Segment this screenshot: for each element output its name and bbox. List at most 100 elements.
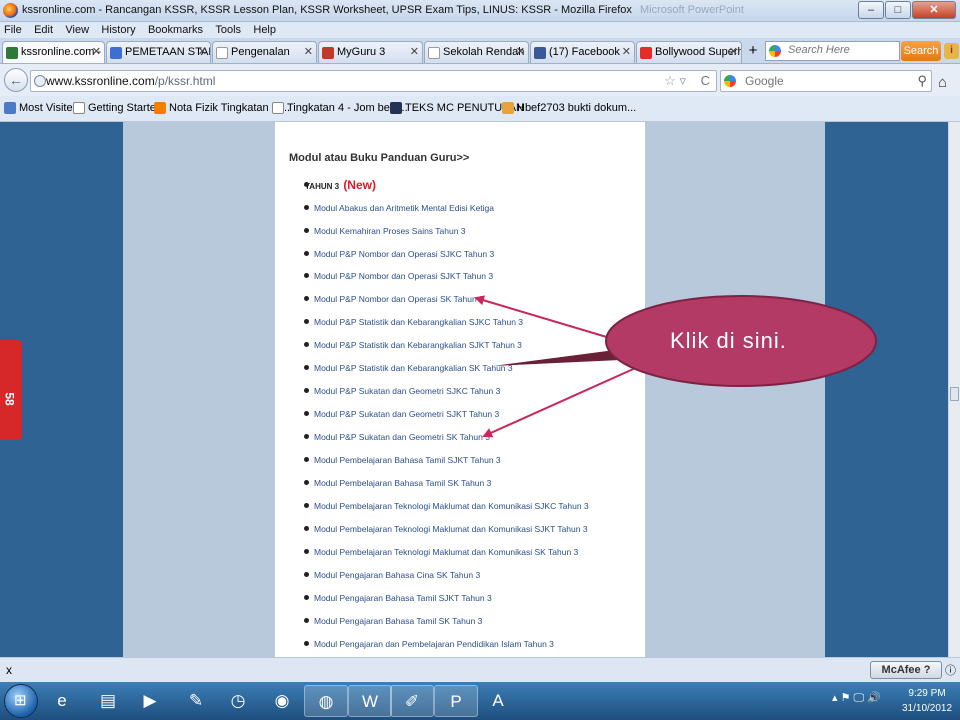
paint-icon[interactable]: ✐ xyxy=(390,685,434,717)
url-host: www.kssronline.com xyxy=(46,74,155,88)
module-link[interactable]: Modul Pengajaran Bahasa Tamil SJKT Tahun… xyxy=(314,593,492,603)
bookmark-hbef2703[interactable]: Hbef2703 bukti dokum... xyxy=(502,102,636,114)
minimize-button[interactable]: – xyxy=(858,1,884,19)
toolbar-search-input[interactable] xyxy=(788,44,896,56)
firefox-icon[interactable] xyxy=(3,3,18,18)
module-link[interactable]: Modul Pengajaran Bahasa Cina SK Tahun 3 xyxy=(314,570,480,580)
tab-label: Pengenalan xyxy=(231,46,290,58)
clock-app-icon[interactable]: ◷ xyxy=(216,685,260,717)
close-addon-bar-icon[interactable]: x xyxy=(6,663,12,677)
tab-facebook[interactable]: (17) Facebook ✕ xyxy=(530,41,635,63)
windows-logo-icon: ⊞ xyxy=(14,692,27,709)
mcafee-button[interactable]: McAfee ? xyxy=(870,661,942,679)
bullet xyxy=(304,319,309,324)
tab-myguru[interactable]: MyGuru 3 ✕ xyxy=(318,41,423,63)
bookmark-star-icon[interactable]: ☆ ▿ xyxy=(664,73,686,89)
url-text[interactable]: www.kssronline.com/p/kssr.html xyxy=(46,74,215,88)
year-label: TAHUN 3 (New) xyxy=(305,178,376,192)
close-tab-icon[interactable]: ✕ xyxy=(622,45,631,58)
module-link[interactable]: Modul P&P Statistik dan Kebarangkalian S… xyxy=(314,317,523,327)
bullet xyxy=(304,503,309,508)
system-tray[interactable]: ▴ ⚑ 🖵 🔊 xyxy=(832,691,881,705)
maximize-button[interactable]: □ xyxy=(885,1,911,19)
background-window-title: Microsoft PowerPoint xyxy=(640,4,744,16)
module-link[interactable]: Modul Pembelajaran Bahasa Tamil SK Tahun… xyxy=(314,478,491,488)
close-tab-icon[interactable]: ✕ xyxy=(729,45,738,58)
module-link[interactable]: Modul P&P Sukatan dan Geometri SK Tahun … xyxy=(314,432,490,442)
folder-icon[interactable]: ▤ xyxy=(86,685,130,717)
window-controls: – □ ✕ xyxy=(857,1,956,19)
word-icon[interactable]: W xyxy=(348,685,392,717)
info-icon[interactable]: ⓘ xyxy=(945,662,956,678)
bullet xyxy=(304,572,309,577)
scrollbar-thumb[interactable] xyxy=(950,387,959,401)
close-tab-icon[interactable]: ✕ xyxy=(410,45,419,58)
reload-icon[interactable]: C xyxy=(701,73,710,88)
close-button[interactable]: ✕ xyxy=(912,1,956,19)
module-link[interactable]: Modul Pembelajaran Teknologi Maklumat da… xyxy=(314,524,588,534)
tab-sekolah[interactable]: Sekolah Rendah Isl... ✕ xyxy=(424,41,529,63)
module-link[interactable]: Modul Pembelajaran Teknologi Maklumat da… xyxy=(314,501,589,511)
bookmark-getting-started[interactable]: Getting Started xyxy=(73,102,162,114)
toolbar-search-button[interactable]: Search xyxy=(901,41,941,61)
pin-icon[interactable]: ✎ xyxy=(174,685,218,717)
acrobat-icon[interactable]: A xyxy=(476,685,520,717)
bookmark-most-visited[interactable]: Most Visited xyxy=(4,102,79,114)
module-link[interactable]: Modul P&P Statistik dan Kebarangkalian S… xyxy=(314,363,513,373)
media-player-icon[interactable]: ▶ xyxy=(128,685,172,717)
close-tab-icon[interactable]: ✕ xyxy=(92,45,101,58)
module-link[interactable]: Modul Pembelajaran Bahasa Tamil SJKT Tah… xyxy=(314,455,501,465)
bookmark-tingkatan-4[interactable]: Tingkatan 4 - Jom bela... xyxy=(272,102,408,114)
google-search-input[interactable] xyxy=(745,74,905,88)
internet-explorer-icon[interactable]: e xyxy=(40,685,84,717)
module-link[interactable]: Modul P&P Statistik dan Kebarangkalian S… xyxy=(314,340,522,350)
tab-bollywood[interactable]: Bollywood Superh... ✕ xyxy=(636,41,742,63)
menu-view[interactable]: View xyxy=(61,23,94,36)
side-share-badge[interactable]: 58 xyxy=(0,340,22,440)
module-link[interactable]: Modul Pembelajaran Teknologi Maklumat da… xyxy=(314,547,578,557)
new-tab-button[interactable]: + xyxy=(744,42,762,62)
home-icon[interactable]: ⌂ xyxy=(938,74,947,91)
close-tab-icon[interactable]: ✕ xyxy=(198,45,207,58)
page-icon xyxy=(428,47,440,59)
bullet xyxy=(304,388,309,393)
menu-file[interactable]: File xyxy=(0,23,27,36)
tab-kssronline[interactable]: kssronline.com - R... ✕ xyxy=(2,41,105,63)
site-icon xyxy=(322,47,334,59)
bullet xyxy=(304,641,309,646)
bookmark-nota-fizik[interactable]: Nota Fizik Tingkatan 4 ... xyxy=(154,102,290,114)
start-button[interactable]: ⊞ xyxy=(4,684,38,718)
blogger-icon xyxy=(154,102,166,114)
tab-pemetaan[interactable]: PEMETAAN STAN... ✕ xyxy=(106,41,211,63)
module-link[interactable]: Modul P&P Nombor dan Operasi SJKT Tahun … xyxy=(314,271,493,281)
module-link[interactable]: Modul P&P Sukatan dan Geometri SJKC Tahu… xyxy=(314,386,500,396)
menu-bar: File Edit View History Bookmarks Tools H… xyxy=(0,22,960,38)
status-bar: x McAfee ? ⓘ xyxy=(0,657,960,682)
system-clock[interactable]: 9:29 PM 31/10/2012 xyxy=(902,686,952,716)
module-link[interactable]: Modul P&P Sukatan dan Geometri SJKT Tahu… xyxy=(314,409,499,419)
chrome-icon[interactable]: ◉ xyxy=(260,685,304,717)
menu-help[interactable]: Help xyxy=(249,23,281,36)
firefox-taskbar-icon[interactable]: ◍ xyxy=(304,685,348,717)
back-button[interactable]: ← xyxy=(4,68,28,92)
url-bar[interactable]: www.kssronline.com/p/kssr.html ☆ ▿ C xyxy=(30,70,717,92)
module-link[interactable]: Modul P&P Nombor dan Operasi SK Tahun 3 xyxy=(314,294,484,304)
search-icon[interactable]: ⚲ xyxy=(917,73,927,89)
bullet xyxy=(304,480,309,485)
module-link[interactable]: Modul Abakus dan Aritmetik Mental Edisi … xyxy=(314,203,494,213)
tab-pengenalan[interactable]: Pengenalan ✕ xyxy=(212,41,317,63)
module-link[interactable]: Modul Kemahiran Proses Sains Tahun 3 xyxy=(314,226,466,236)
info-icon[interactable]: i xyxy=(944,43,959,59)
module-link[interactable]: Modul Pengajaran Bahasa Tamil SK Tahun 3 xyxy=(314,616,482,626)
module-link[interactable]: Modul P&P Nombor dan Operasi SJKC Tahun … xyxy=(314,249,494,259)
close-tab-icon[interactable]: ✕ xyxy=(516,45,525,58)
module-link[interactable]: Modul Pengajaran dan Pembelajaran Pendid… xyxy=(314,639,554,649)
menu-tools[interactable]: Tools xyxy=(211,23,246,36)
menu-bookmarks[interactable]: Bookmarks xyxy=(144,23,208,36)
menu-edit[interactable]: Edit xyxy=(30,23,58,36)
close-tab-icon[interactable]: ✕ xyxy=(304,45,313,58)
site-icon xyxy=(6,47,18,59)
powerpoint-icon[interactable]: P xyxy=(434,685,478,717)
menu-history[interactable]: History xyxy=(97,23,140,36)
vertical-scrollbar[interactable] xyxy=(948,122,960,657)
